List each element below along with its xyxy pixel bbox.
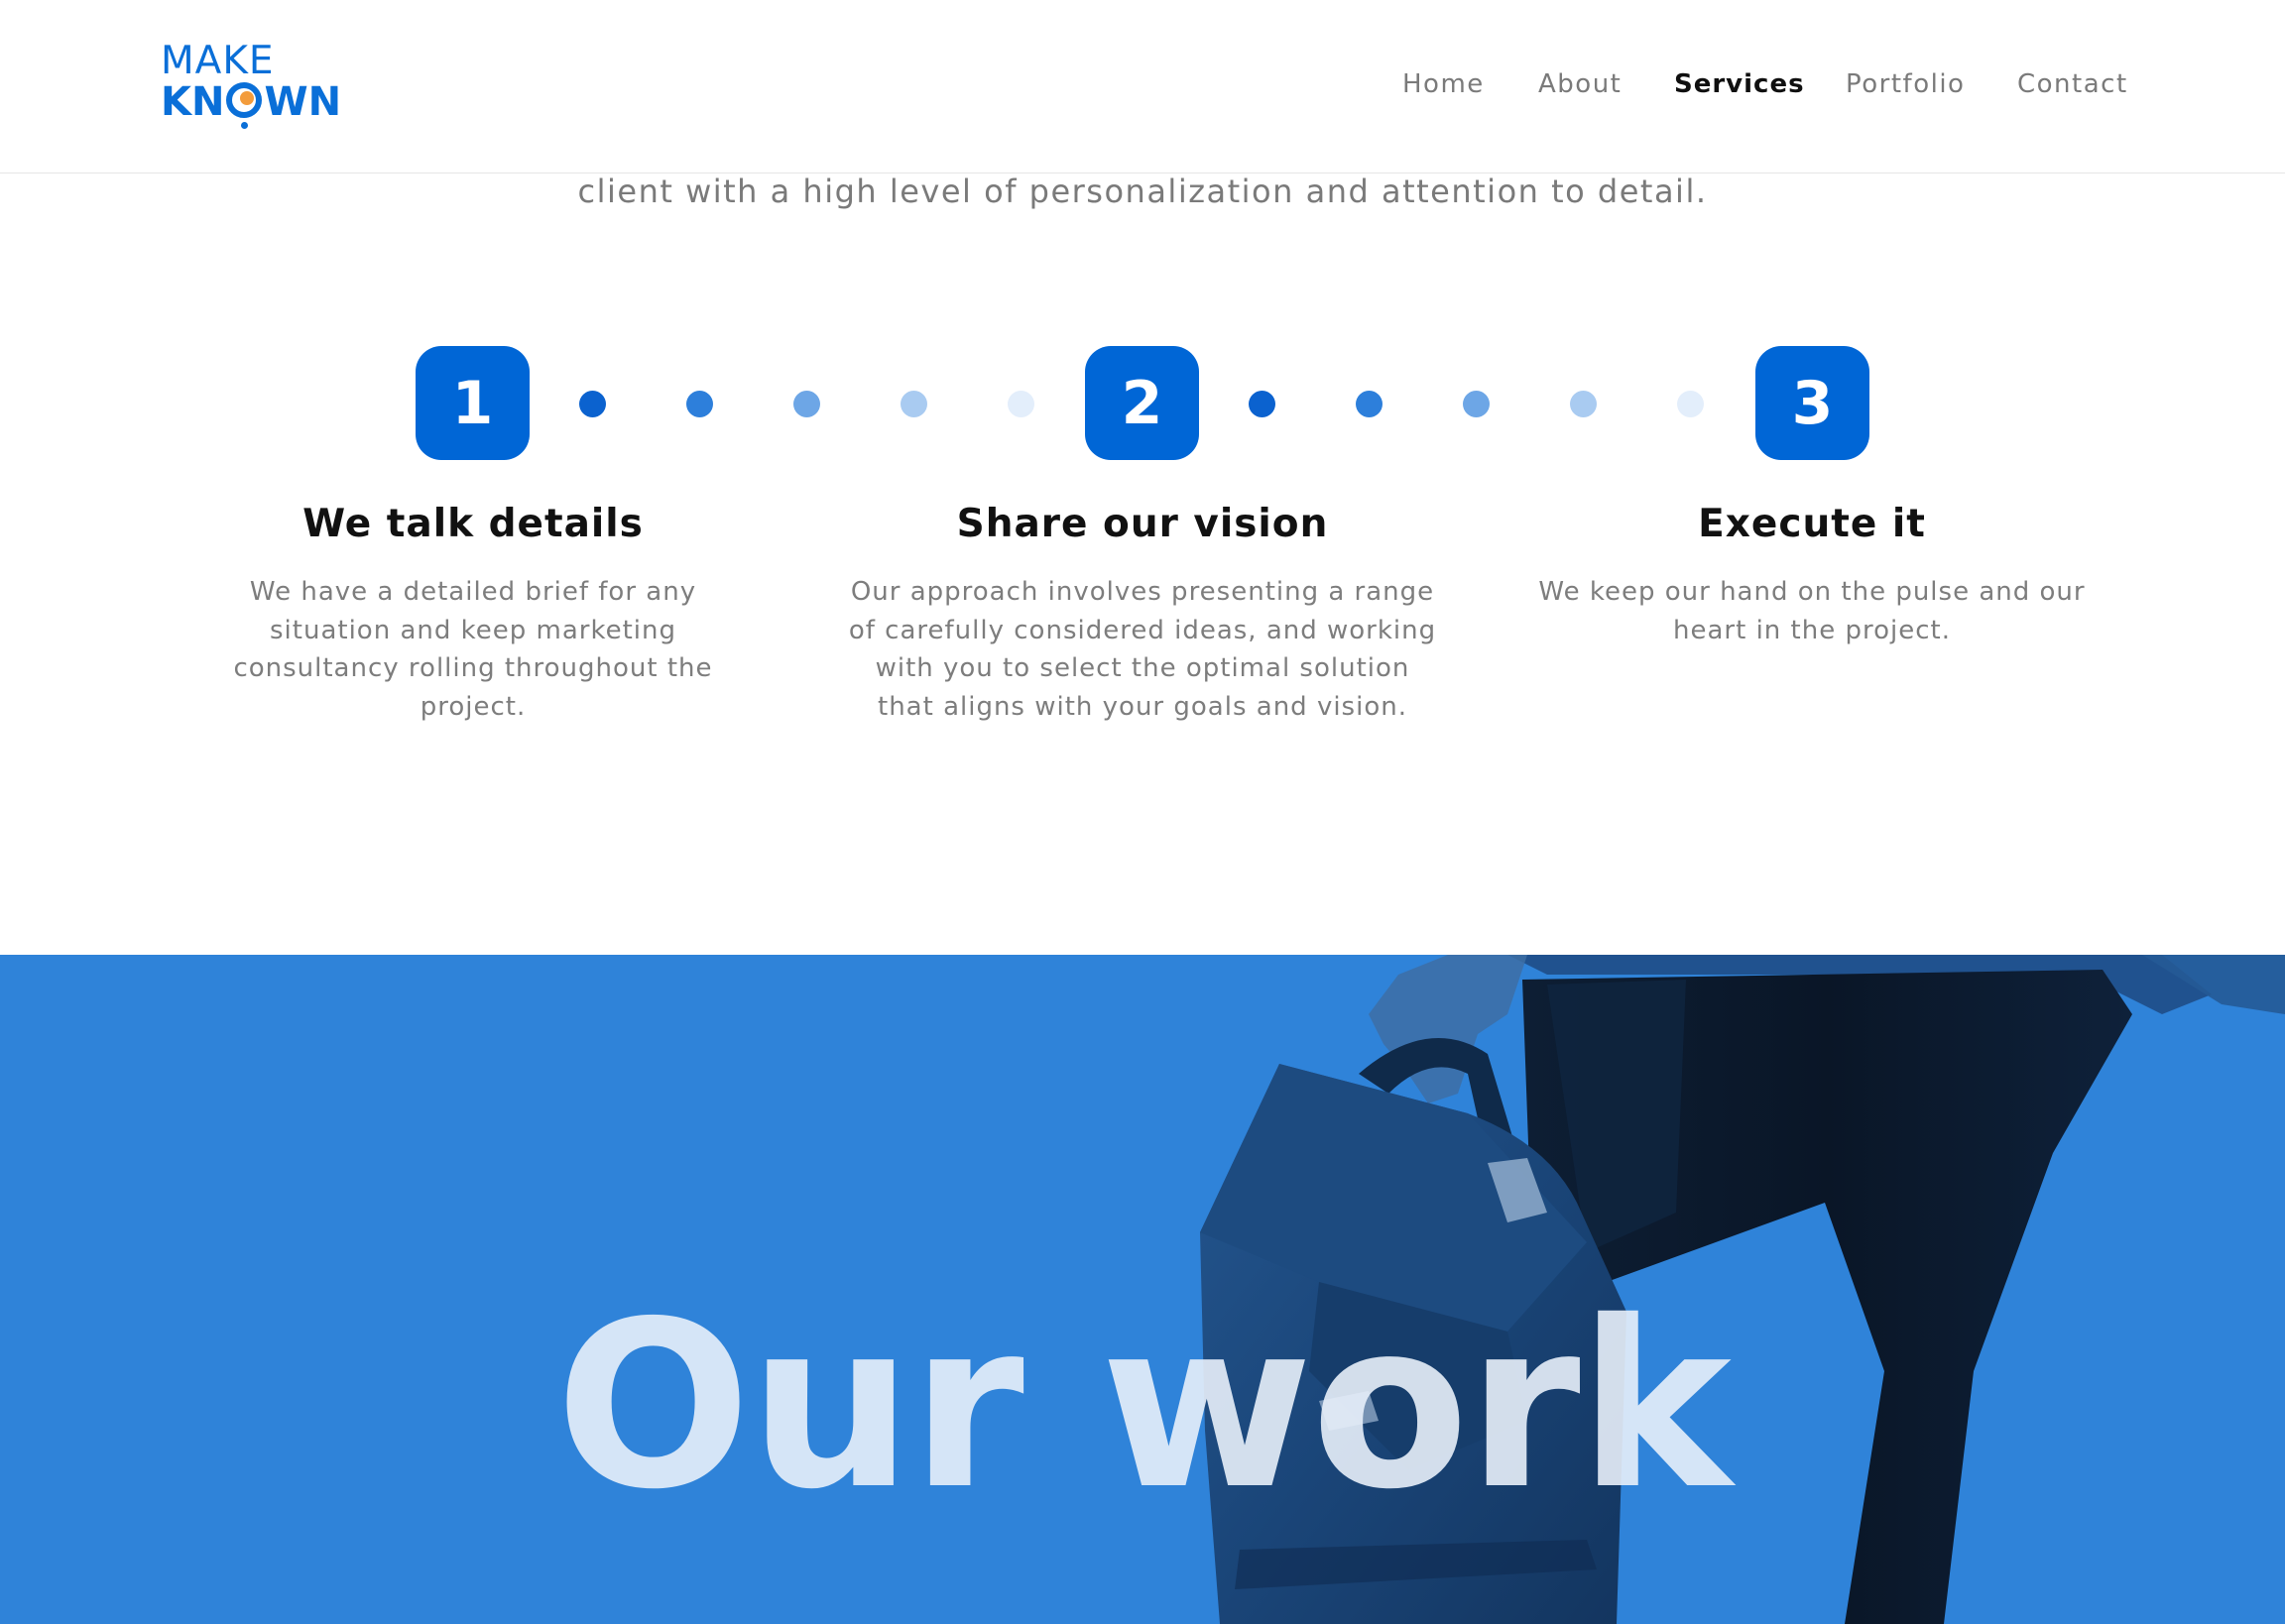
connector-dot	[901, 391, 927, 417]
step-3-description: We keep our hand on the pulse and our he…	[1538, 577, 2086, 645]
step-2-badge: 2	[1085, 346, 1199, 460]
step-1-description: We have a detailed brief for any situati…	[233, 577, 713, 722]
connector-dot	[1677, 391, 1704, 417]
intro-text: client with a high level of personalizat…	[577, 173, 1708, 210]
step-1-badge: 1	[416, 346, 530, 460]
step-3-title: Execute it	[1698, 502, 1926, 546]
site-header: MAKE KN WN Home About Services Portfolio …	[0, 0, 2285, 174]
nav-services[interactable]: Services	[1674, 69, 1805, 99]
connector-dot	[1356, 391, 1383, 417]
connector-dot	[793, 391, 820, 417]
our-work-section: Our work	[0, 955, 2285, 1624]
step-2-title: Share our vision	[956, 502, 1329, 546]
nav-home[interactable]: Home	[1402, 69, 1485, 99]
nav-contact[interactable]: Contact	[2017, 69, 2128, 99]
main-nav: Home About Services Portfolio Contact	[0, 69, 2285, 109]
connector-dot	[1249, 391, 1275, 417]
our-work-heading: Our work	[555, 1272, 1732, 1540]
step-2-description: Our approach involves presenting a range…	[848, 577, 1437, 722]
connector-dot	[1570, 391, 1597, 417]
nav-about[interactable]: About	[1538, 69, 1622, 99]
step-3-badge: 3	[1755, 346, 1869, 460]
connector-dot	[686, 391, 713, 417]
connector-dot	[1463, 391, 1490, 417]
connector-dot	[1008, 391, 1034, 417]
nav-portfolio[interactable]: Portfolio	[1846, 69, 1965, 99]
connector-dot	[579, 391, 606, 417]
step-1-title: We talk details	[302, 502, 644, 546]
